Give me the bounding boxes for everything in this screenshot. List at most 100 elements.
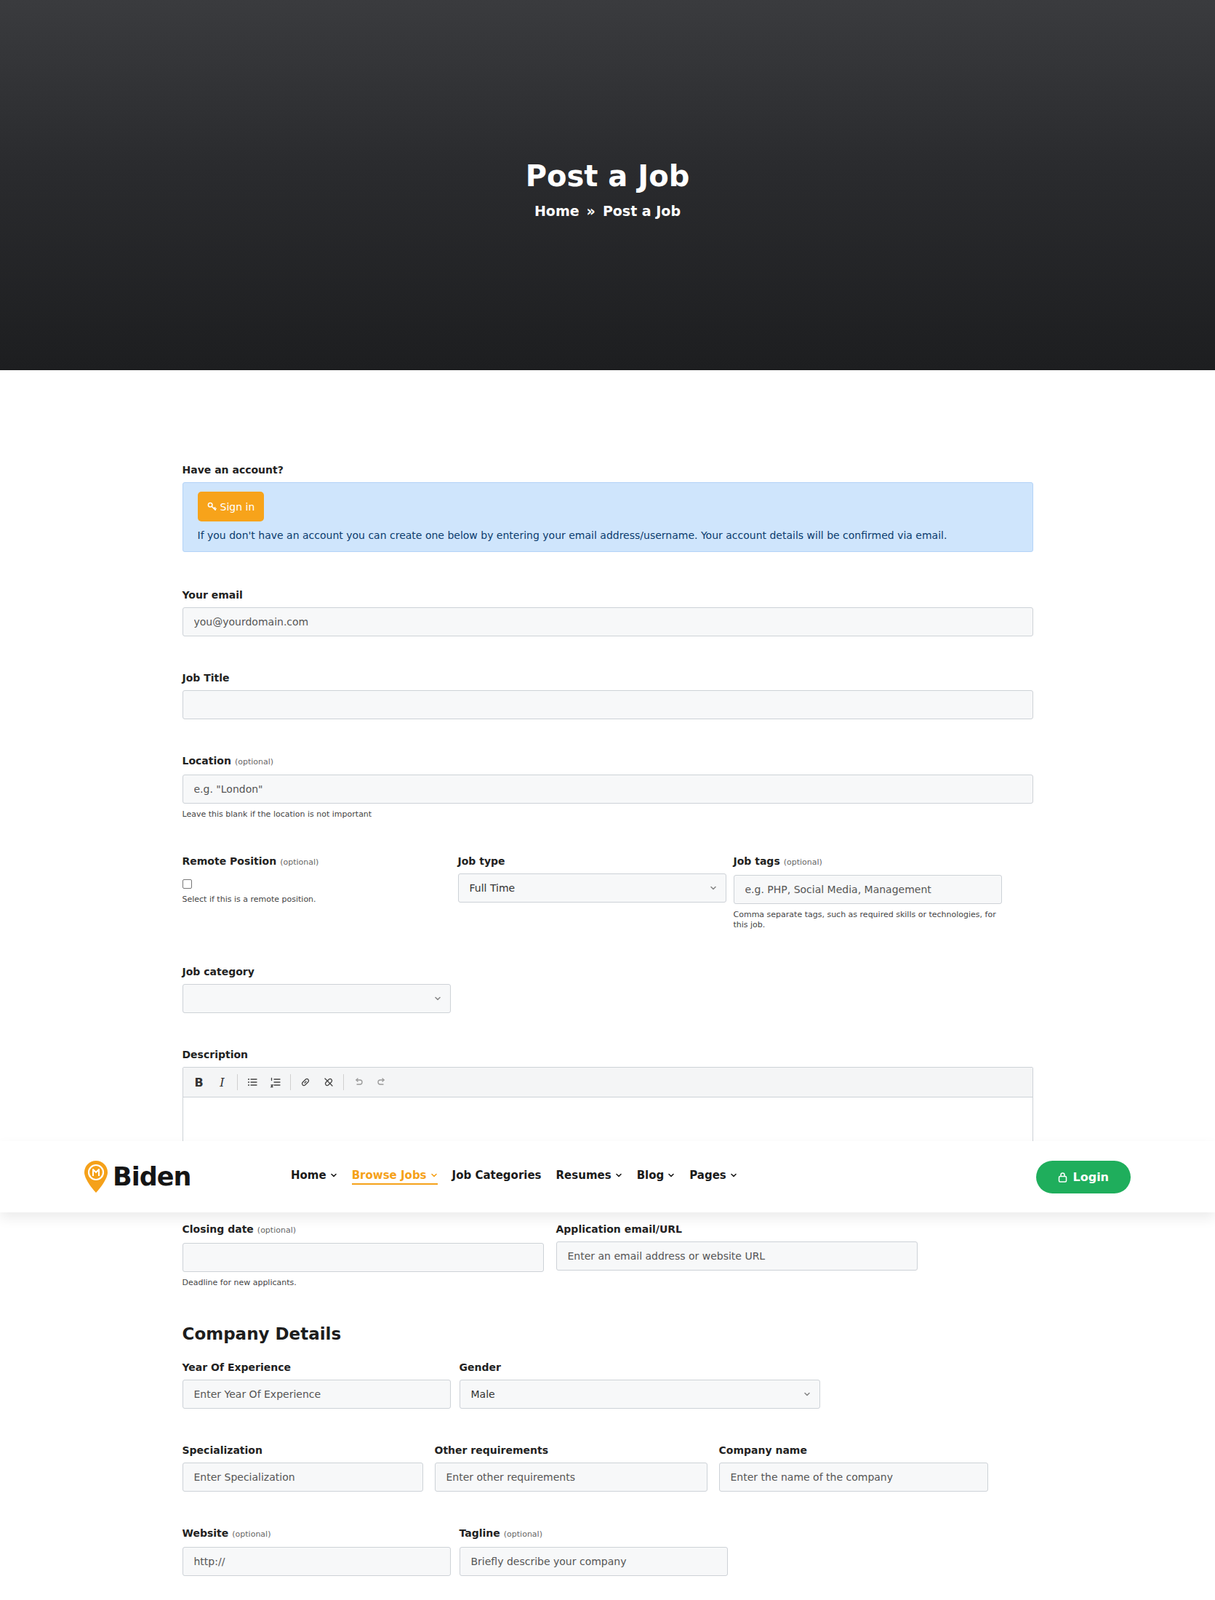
select-box[interactable]: Male — [459, 1379, 821, 1409]
field-label: Other requirements — [434, 1443, 708, 1457]
nav-item[interactable]: Browse Jobs — [351, 1168, 438, 1185]
text-input[interactable] — [182, 607, 1034, 637]
post-job-form: Have an account? Sign inIf you don't have… — [182, 370, 1034, 1576]
text-input[interactable] — [556, 1241, 918, 1271]
numbered-list-button[interactable] — [265, 1071, 286, 1093]
text-input[interactable] — [719, 1462, 989, 1492]
form-row: Job Title — [182, 671, 1034, 720]
form-field: Closing date(optional) Deadline for new a… — [182, 1222, 544, 1288]
undo-icon — [352, 1076, 365, 1088]
breadcrumb: Home » Post a Job — [534, 202, 681, 219]
login-button[interactable]: Login — [1036, 1160, 1131, 1194]
field-label: Gender — [459, 1360, 821, 1374]
chevron-down-icon — [615, 1171, 623, 1179]
optional-tag: (optional) — [257, 1223, 296, 1237]
field-label-text: Job tags — [733, 854, 781, 868]
form-field: Gender Male — [459, 1360, 821, 1409]
unlink-icon — [322, 1076, 335, 1088]
nav-item[interactable]: Blog — [636, 1168, 676, 1185]
chevron-down-icon — [667, 1171, 675, 1179]
chevron-down-icon — [730, 1171, 738, 1179]
field-label-text: Description — [182, 1047, 249, 1061]
breadcrumb-separator: » — [586, 202, 596, 219]
unlink-button[interactable] — [318, 1071, 339, 1093]
map-pin-icon — [83, 1159, 109, 1194]
field-label: Job Title — [182, 671, 1034, 685]
select-value: Full Time — [469, 881, 516, 894]
chevron-down-icon — [434, 994, 442, 1002]
text-input[interactable] — [182, 1242, 544, 1272]
field-label: Job type — [458, 854, 727, 868]
text-input[interactable] — [182, 1546, 451, 1576]
nav-label: Resumes — [556, 1168, 612, 1182]
nav-label: Blog — [636, 1168, 665, 1182]
form-row: Closing date(optional) Deadline for new a… — [182, 1222, 1034, 1288]
key-icon — [207, 501, 217, 512]
lock-icon — [1057, 1171, 1068, 1183]
form-field: Job type Full Time — [458, 854, 727, 903]
field-hint: Deadline for new applicants. — [182, 1277, 544, 1288]
field-label: Remote Position(optional) — [182, 854, 451, 869]
sign-in-button[interactable]: Sign in — [197, 491, 265, 522]
field-label: Specialization — [182, 1443, 424, 1457]
nav-item[interactable]: Resumes — [556, 1168, 623, 1185]
form-field: Application email/URL — [556, 1222, 918, 1271]
bullet-list-button[interactable] — [242, 1071, 263, 1093]
page-title: Post a Job — [525, 151, 691, 193]
account-question: Have an account? — [182, 463, 1034, 477]
link-button[interactable] — [295, 1071, 316, 1093]
redo-button[interactable] — [371, 1071, 392, 1093]
form-row: Remote Position(optional)Select if this … — [182, 854, 1034, 930]
page: Post a Job Home » Post a Job Have an account… — [0, 0, 1215, 1600]
field-label-text: Job Title — [182, 671, 230, 685]
form-row: Specialization Other requirements Company … — [182, 1443, 1034, 1492]
text-input[interactable] — [182, 1379, 451, 1409]
link-icon — [299, 1076, 312, 1088]
nav-label: Home — [290, 1168, 327, 1182]
field-label: Closing date(optional) — [182, 1222, 544, 1237]
form-row: Job category — [182, 964, 1034, 1013]
italic-button[interactable]: I — [212, 1071, 233, 1093]
text-input[interactable] — [434, 1462, 708, 1492]
nav-item[interactable]: Pages — [689, 1168, 738, 1185]
bold-button[interactable]: B — [189, 1071, 210, 1093]
sign-in-label: Sign in — [220, 500, 256, 513]
form-field: Remote Position(optional)Select if this … — [182, 854, 451, 905]
optional-tag: (optional) — [503, 1527, 543, 1541]
site-logo[interactable]: Biden — [83, 1159, 291, 1194]
field-label: Application email/URL — [556, 1222, 918, 1236]
nav-item[interactable]: Home — [290, 1168, 338, 1185]
select-box[interactable]: Full Time — [458, 873, 727, 903]
field-label-text: Application email/URL — [556, 1222, 683, 1236]
field-label: Your email — [182, 588, 1034, 602]
undo-button[interactable] — [348, 1071, 369, 1093]
nav-item[interactable]: Job Categories — [452, 1168, 542, 1185]
field-label: Year Of Experience — [182, 1360, 451, 1374]
field-label-text: Your email — [182, 588, 243, 602]
chevron-down-icon — [430, 1171, 438, 1179]
field-label: Location(optional) — [182, 754, 1034, 769]
form-field: Other requirements — [434, 1443, 708, 1492]
form-field: Company name — [719, 1443, 989, 1492]
text-input[interactable] — [459, 1546, 728, 1576]
text-input[interactable] — [182, 1462, 424, 1492]
login-label: Login — [1072, 1169, 1109, 1184]
breadcrumb-item: Post a Job — [602, 202, 681, 219]
field-label-text: Job category — [182, 964, 255, 978]
text-input[interactable] — [182, 690, 1034, 720]
form-field: Website(optional) — [182, 1526, 451, 1576]
text-input[interactable] — [182, 774, 1034, 804]
field-label-text: Remote Position — [182, 854, 278, 868]
form-row: Your email — [182, 588, 1034, 637]
chevron-down-icon — [330, 1171, 338, 1179]
page-hero: Post a Job Home » Post a Job — [0, 0, 1215, 371]
checkbox[interactable] — [182, 879, 192, 889]
account-notice: Sign inIf you don't have an account you … — [182, 482, 1034, 552]
select-box[interactable] — [182, 983, 451, 1013]
text-input[interactable] — [733, 874, 1002, 904]
field-label: Tagline(optional) — [459, 1526, 728, 1541]
optional-tag: (optional) — [231, 1527, 271, 1541]
form-field: Job Title — [182, 671, 1034, 720]
breadcrumb-item[interactable]: Home — [534, 202, 580, 219]
form-field: Job tags(optional)Comma separate tags, s… — [733, 854, 1002, 930]
